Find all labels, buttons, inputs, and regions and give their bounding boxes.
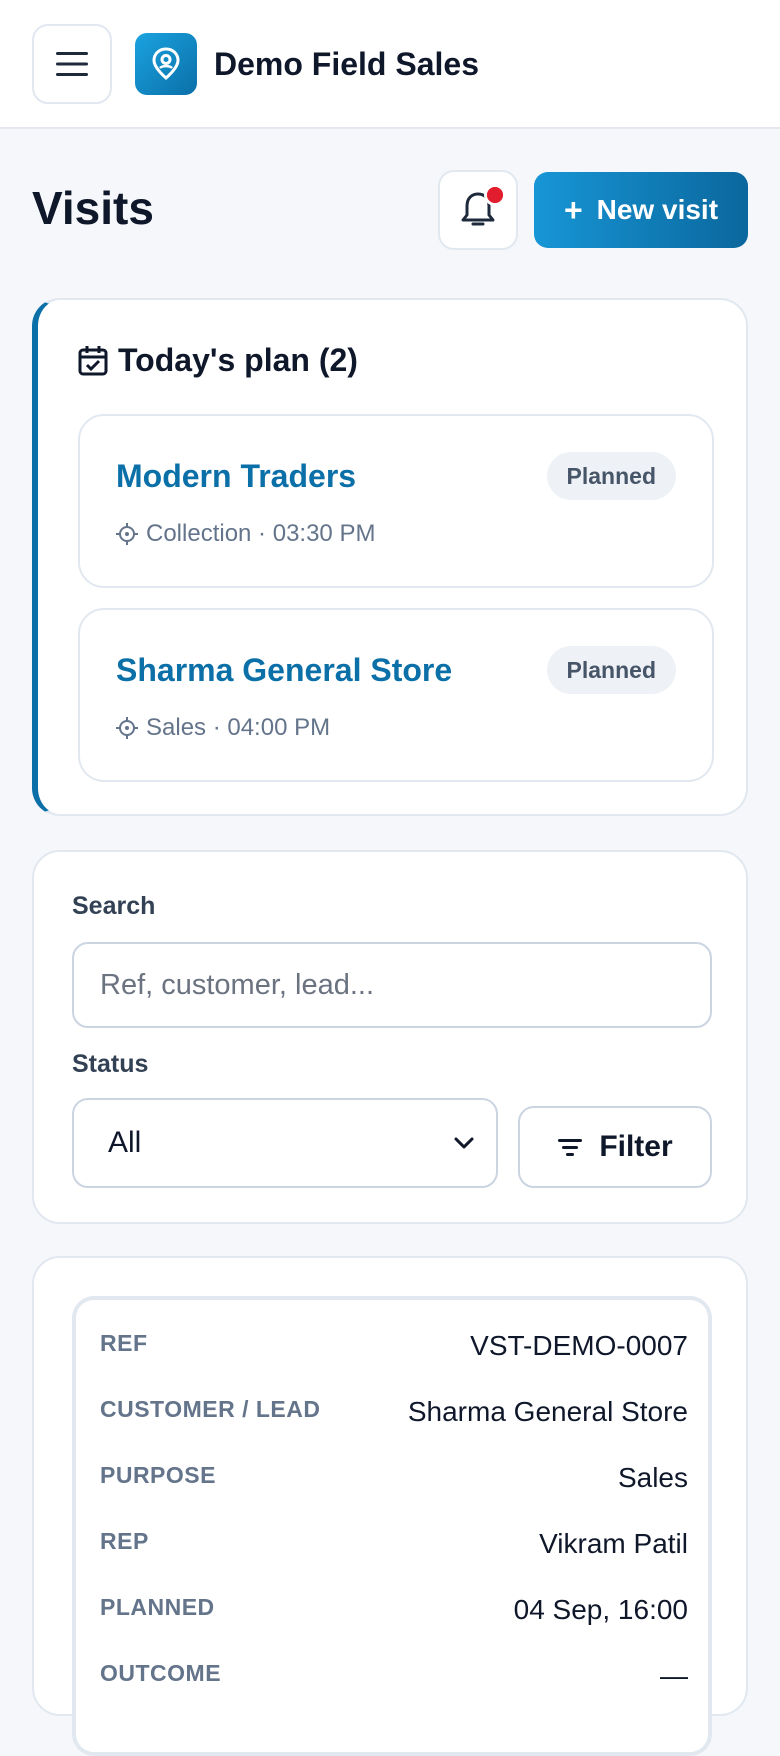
status-label: Status <box>72 1050 149 1078</box>
record-label: REF <box>100 1330 148 1356</box>
visit-customer-name[interactable]: Sharma General Store <box>116 652 452 689</box>
plan-visit-item[interactable]: Modern Traders Planned Collection · 03:3… <box>78 414 714 588</box>
visit-meta: Collection · 03:30 PM <box>116 520 375 548</box>
hamburger-icon <box>56 52 88 76</box>
page-title: Visits <box>32 182 154 234</box>
record-value: Sales <box>617 1462 688 1493</box>
record-value: Sharma General Store <box>407 1396 688 1427</box>
record-value: VST-DEMO-0007 <box>470 1330 688 1361</box>
status-badge: Planned <box>546 646 676 694</box>
app-title: Demo Field Sales <box>214 46 479 82</box>
visit-meta: Sales · 04:00 PM <box>116 714 330 742</box>
search-label: Search <box>72 892 156 920</box>
visit-meta-text: Sales · 04:00 PM <box>146 714 331 741</box>
status-select-value: All <box>108 1126 142 1159</box>
record-label: CUSTOMER / LEAD <box>100 1396 321 1422</box>
record-row-ref: REF VST-DEMO-0007 <box>100 1330 688 1362</box>
crosshair-icon <box>116 717 138 739</box>
notification-dot <box>484 184 506 206</box>
calendar-check-icon <box>78 345 108 375</box>
visit-meta-text: Collection · 03:30 PM <box>146 520 376 547</box>
filter-card: Search Status All Filter <box>32 850 748 1224</box>
filter-icon <box>558 1139 583 1156</box>
search-input[interactable] <box>72 942 712 1028</box>
visit-customer-name[interactable]: Modern Traders <box>116 458 356 495</box>
map-pin-icon <box>152 47 180 80</box>
app-header: Demo Field Sales <box>0 0 780 129</box>
record-row-planned: PLANNED 04 Sep, 16:00 <box>100 1594 688 1626</box>
menu-button[interactable] <box>32 24 112 104</box>
filter-button-label: Filter <box>599 1130 673 1163</box>
status-select[interactable]: All <box>72 1098 498 1188</box>
plan-visit-item[interactable]: Sharma General Store Planned Sales · 04:… <box>78 608 714 782</box>
todays-plan-title: Today's plan (2) <box>118 342 358 378</box>
record-row-customer: CUSTOMER / LEAD Sharma General Store <box>100 1396 688 1428</box>
todays-plan-header: Today's plan (2) <box>78 342 358 379</box>
record-row-purpose: PURPOSE Sales <box>100 1462 688 1494</box>
visits-list: REF VST-DEMO-0007 CUSTOMER / LEAD Sharma… <box>32 1256 748 1756</box>
chevron-down-icon <box>454 1137 474 1149</box>
record-value: — <box>660 1660 688 1691</box>
filter-button[interactable]: Filter <box>518 1106 712 1188</box>
record-row-outcome: OUTCOME — <box>100 1660 688 1692</box>
crosshair-icon <box>116 523 138 545</box>
notifications-button[interactable] <box>438 170 518 250</box>
new-visit-label: New visit <box>596 194 719 225</box>
status-badge: Planned <box>546 452 676 500</box>
record-value: 04 Sep, 16:00 <box>513 1594 688 1625</box>
record-label: OUTCOME <box>100 1660 222 1686</box>
todays-plan-card: Today's plan (2) Modern Traders Planned … <box>32 298 748 816</box>
record-value: Vikram Patil <box>539 1528 688 1559</box>
record-label: PURPOSE <box>100 1462 216 1488</box>
new-visit-button[interactable]: + New visit <box>534 172 748 248</box>
record-row-rep: REP Vikram Patil <box>100 1528 688 1560</box>
record-label: PLANNED <box>100 1594 215 1620</box>
app-logo <box>135 33 197 95</box>
plus-icon: + <box>563 192 583 228</box>
visit-record-card[interactable]: REF VST-DEMO-0007 CUSTOMER / LEAD Sharma… <box>72 1296 712 1756</box>
record-label: REP <box>100 1528 149 1554</box>
